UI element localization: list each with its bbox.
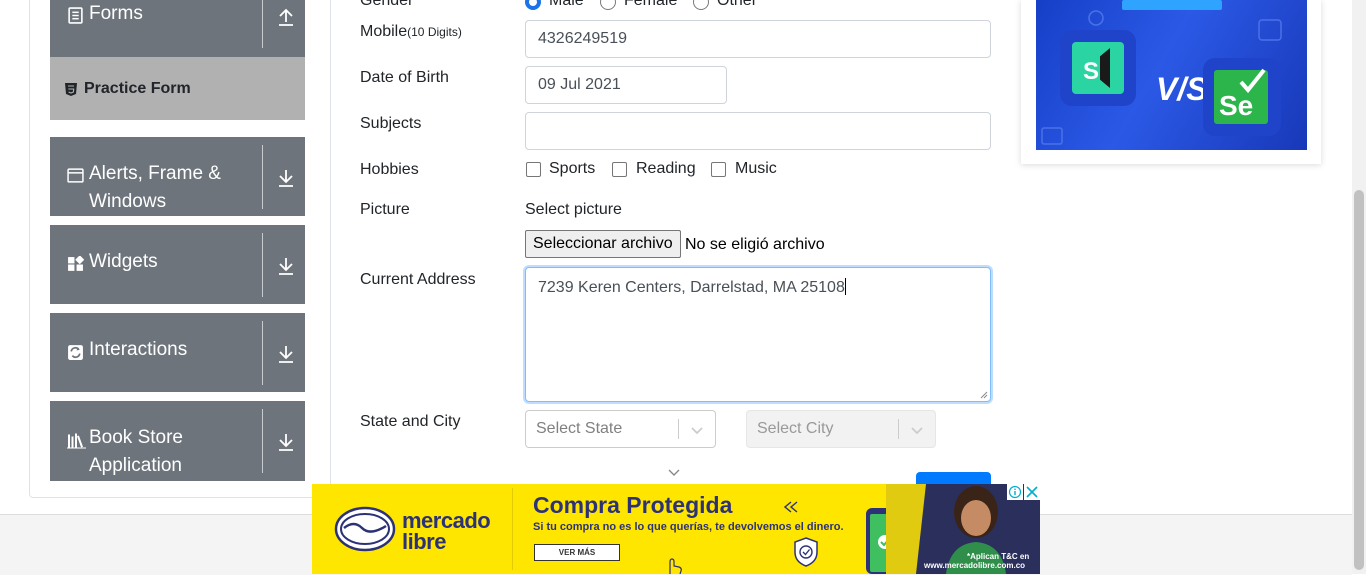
sidebar-group-label: Interactions [89, 339, 188, 360]
chevron-down-icon [668, 469, 680, 476]
gender-radio-other[interactable] [693, 0, 709, 10]
select-picture-label: Select picture [525, 201, 622, 218]
mobile-hint: (10 Digits) [407, 25, 462, 39]
select-separator [898, 419, 899, 439]
svg-text:Se: Se [1219, 90, 1253, 121]
interactions-icon [68, 345, 83, 360]
resize-handle-icon[interactable] [980, 391, 988, 399]
ad-headline: Compra Protegida [533, 492, 733, 518]
expand-down-icon[interactable] [277, 168, 295, 188]
current-address-label: Current Address [360, 271, 476, 288]
state-select[interactable]: Select State [525, 410, 716, 448]
picture-label: Picture [360, 201, 410, 218]
select-separator [678, 419, 679, 439]
city-placeholder: Select City [757, 420, 834, 437]
sidebar-group-label: Application [89, 455, 182, 476]
date-of-birth-input[interactable]: 09 Jul 2021 [525, 66, 727, 104]
divider [262, 0, 263, 48]
shield-check-icon [794, 537, 818, 567]
sidebar-group-widgets[interactable]: Widgets [50, 225, 305, 304]
hand-pointer-icon [669, 558, 682, 574]
gender-option-label: Other [717, 0, 758, 9]
hobby-option-label: Reading [636, 160, 696, 177]
hobbies-label: Hobbies [360, 161, 419, 178]
state-placeholder: Select State [536, 420, 623, 437]
sidebar-group-alerts-frame-windows[interactable]: Alerts, Frame & Windows [50, 137, 305, 216]
hobby-checkbox-reading[interactable] [612, 162, 627, 177]
sidebar-item-label: Practice Form [84, 80, 191, 97]
sidebar-group-label: Windows [89, 191, 167, 212]
chevron-down-icon [691, 427, 703, 435]
ad-legal-line2: www.mercadolibre.com.co [924, 561, 1026, 570]
expand-down-icon[interactable] [277, 432, 295, 452]
text-caret [844, 278, 846, 295]
gender-option-label: Male [549, 0, 584, 9]
ad-divider [512, 488, 513, 570]
scrollbar-thumb[interactable] [1354, 190, 1364, 570]
sidebar-group-label: Alerts, Frame & [89, 163, 221, 184]
ad-cta-button[interactable]: VER MÁS [534, 544, 620, 561]
divider [262, 233, 263, 297]
gender-radio-female[interactable] [600, 0, 616, 10]
collapse-up-icon[interactable] [277, 7, 295, 27]
ad-legal-line1: *Aplican T&C en [967, 552, 1030, 561]
subjects-label: Subjects [360, 115, 422, 132]
mercadolibre-logo-icon [334, 506, 396, 552]
mobile-label: Mobile(10 Digits) [360, 23, 462, 40]
sidebar-group-label: Book Store [89, 427, 183, 448]
side-advertisement[interactable]: S V/S Se [1021, 0, 1321, 164]
hobby-checkbox-sports[interactable] [526, 162, 541, 177]
hobby-checkbox-music[interactable] [711, 162, 726, 177]
svg-text:V/S: V/S [1156, 71, 1208, 107]
bookstore-icon [67, 433, 86, 449]
sidebar-group-forms[interactable]: Forms [50, 0, 305, 57]
hobby-option-label: Sports [549, 160, 596, 177]
divider [262, 145, 263, 209]
file-status-text: No se eligió archivo [685, 236, 825, 253]
state-city-label: State and City [360, 413, 461, 430]
rewind-icon [784, 501, 798, 513]
divider [262, 321, 263, 385]
mobile-input[interactable]: 4326249519 [525, 20, 991, 58]
gender-radio-male[interactable] [525, 0, 541, 10]
ad-banner-image: S V/S Se [1036, 0, 1307, 150]
html5-icon [65, 83, 77, 96]
ad-choices-close-icon[interactable] [1007, 484, 1040, 500]
ad-brand-line2: libre [402, 529, 446, 554]
sidebar-group-book-store-application[interactable]: Book Store Application [50, 401, 305, 481]
choose-file-button[interactable]: Seleccionar archivo [525, 230, 681, 258]
city-select[interactable]: Select City [746, 410, 936, 448]
expand-down-icon[interactable] [277, 256, 295, 276]
chevron-down-icon [911, 427, 923, 435]
divider [262, 409, 263, 473]
window-icon [67, 168, 84, 183]
gender-label: Gender [360, 0, 414, 9]
subjects-input[interactable] [525, 112, 991, 150]
bottom-advertisement[interactable]: mercado libre Compra Protegida Si tu com… [312, 484, 1040, 574]
sidebar-group-label: Widgets [89, 251, 158, 272]
widgets-icon [68, 256, 84, 271]
gender-option-label: Female [624, 0, 678, 9]
current-address-textarea[interactable]: 7239 Keren Centers, Darrelstad, MA 25108 [525, 267, 991, 402]
dob-label: Date of Birth [360, 69, 449, 86]
katalon-vs-selenium-graphic: S V/S Se [1041, 0, 1282, 145]
svg-text:S: S [1083, 58, 1099, 85]
form-icon [68, 7, 83, 24]
ad-subtext: Si tu compra no es lo que querías, te de… [533, 521, 844, 533]
address-text: 7239 Keren Centers, Darrelstad, MA 25108 [538, 279, 845, 296]
expand-down-icon[interactable] [277, 344, 295, 364]
hobby-option-label: Music [735, 160, 777, 177]
sidebar-group-interactions[interactable]: Interactions [50, 313, 305, 392]
sidebar-group-label: Forms [89, 3, 143, 24]
page-scrollbar[interactable] [1352, 0, 1366, 574]
sidebar-item-practice-form[interactable]: Practice Form [50, 57, 305, 120]
